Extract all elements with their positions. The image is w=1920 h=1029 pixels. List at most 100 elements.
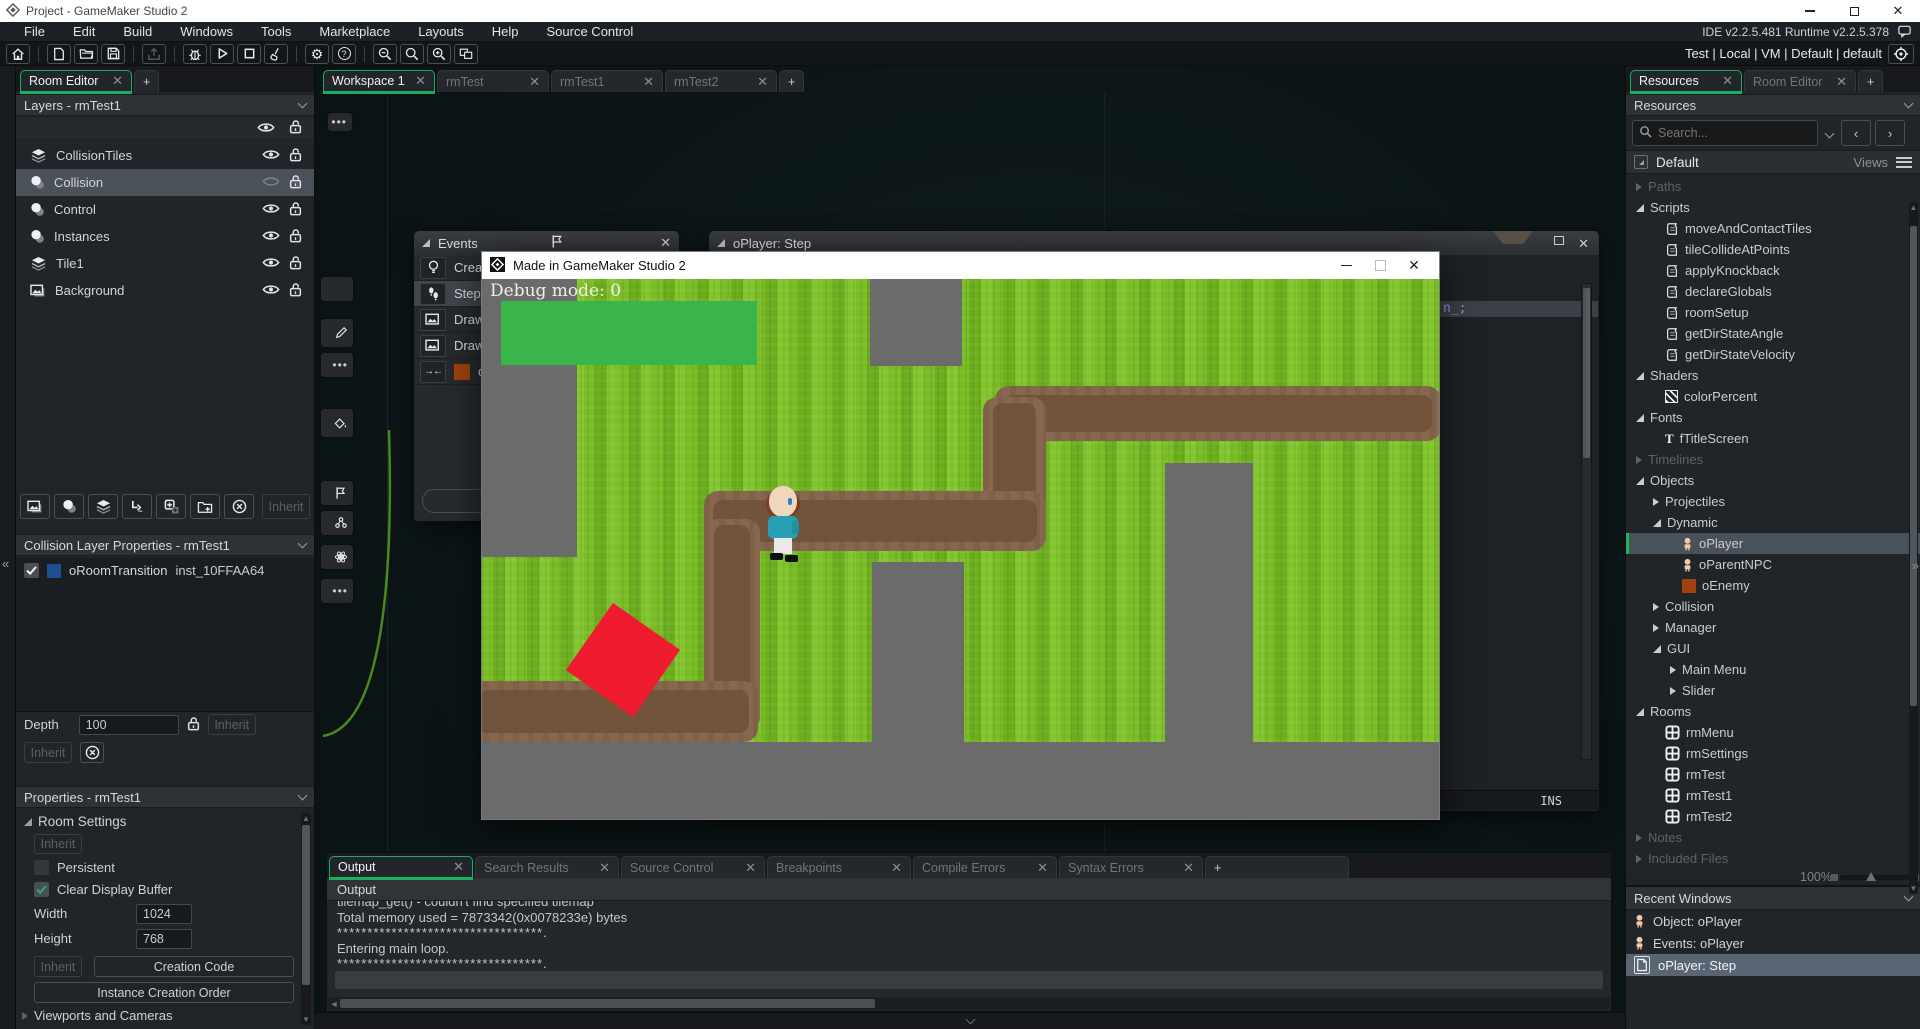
- room-properties-header[interactable]: Properties - rmTest1: [16, 786, 314, 808]
- search-next-button[interactable]: ›: [1875, 120, 1905, 146]
- collapsed-triangle-icon[interactable]: [1670, 666, 1676, 674]
- depth-inherit-button[interactable]: Inherit: [208, 714, 256, 735]
- recent-windows-header[interactable]: Recent Windows: [1626, 885, 1920, 910]
- close-icon[interactable]: ✕: [1183, 860, 1194, 876]
- clean-button[interactable]: [264, 44, 288, 64]
- new-project-button[interactable]: [47, 44, 71, 64]
- room-height-input[interactable]: [136, 929, 192, 949]
- menu-tools[interactable]: Tools: [247, 24, 305, 39]
- tree-item-oparentnpc[interactable]: oParentNPC: [1626, 554, 1920, 575]
- eye-icon[interactable]: [262, 283, 280, 298]
- close-icon[interactable]: ✕: [112, 73, 123, 89]
- menu-layouts[interactable]: Layouts: [404, 24, 478, 39]
- resource-group-row[interactable]: Default Views: [1626, 150, 1920, 174]
- workspace-tab-rmtest1[interactable]: rmTest1✕: [551, 70, 663, 92]
- recent-window-events-oplayer[interactable]: Events: oPlayer: [1626, 932, 1920, 954]
- tree-item-rmsettings[interactable]: rmSettings: [1626, 743, 1920, 764]
- collapsed-triangle-icon[interactable]: [1653, 624, 1659, 632]
- lock-icon[interactable]: [289, 201, 302, 219]
- add-layer-button[interactable]: [156, 494, 186, 519]
- room-inherit-button[interactable]: Inherit: [34, 834, 82, 854]
- menu-file[interactable]: File: [10, 24, 59, 39]
- collapsed-triangle-icon[interactable]: [1653, 603, 1659, 611]
- path-layer-button[interactable]: [122, 494, 152, 519]
- tree-item-slider[interactable]: Slider: [1626, 680, 1920, 701]
- eye-icon[interactable]: [262, 148, 280, 163]
- instance-layer-button[interactable]: [54, 494, 84, 519]
- tree-item-ftitlescreen[interactable]: TfTitleScreen: [1626, 428, 1920, 449]
- workspace-tab-rmtest[interactable]: rmTest✕: [437, 70, 549, 92]
- game-options-button[interactable]: ⚙: [305, 44, 329, 64]
- tree-item-oenemy[interactable]: oEnemy: [1626, 575, 1920, 596]
- tree-item-collision[interactable]: Collision: [1626, 596, 1920, 617]
- open-project-button[interactable]: [74, 44, 98, 64]
- more-options-button[interactable]: •••: [327, 112, 353, 132]
- tree-item-projectiles[interactable]: Projectiles: [1626, 491, 1920, 512]
- search-prev-button[interactable]: ‹: [1841, 120, 1871, 146]
- collapse-output-chevron-icon[interactable]: [965, 1015, 975, 1025]
- maximize-icon[interactable]: [1363, 252, 1397, 279]
- collapse-triangle-icon[interactable]: [422, 239, 430, 247]
- debug-button[interactable]: [183, 44, 207, 64]
- eye-icon[interactable]: [262, 229, 280, 244]
- run-target-button[interactable]: [1888, 44, 1914, 64]
- lock-icon[interactable]: [289, 255, 302, 273]
- tree-item-rmtest1[interactable]: rmTest1: [1626, 785, 1920, 806]
- eye-icon[interactable]: [257, 121, 275, 136]
- resources-header[interactable]: Resources: [1626, 94, 1920, 116]
- collapsed-triangle-icon[interactable]: [1670, 687, 1676, 695]
- output-new-tab-button[interactable]: +: [1205, 856, 1349, 878]
- add-layer-folder-button[interactable]: [190, 494, 220, 519]
- search-filter-chevron-icon[interactable]: [1825, 128, 1835, 138]
- tile-layer-button[interactable]: [88, 494, 118, 519]
- expanded-triangle-icon[interactable]: [1653, 519, 1661, 527]
- close-icon[interactable]: ✕: [745, 860, 756, 876]
- instance-name[interactable]: oRoomTransition: [69, 563, 168, 578]
- collapse-left-dock-button[interactable]: «: [2, 556, 9, 571]
- close-icon[interactable]: ✕: [660, 235, 671, 251]
- tree-item-getdirstatevelocity[interactable]: getDirStateVelocity: [1626, 344, 1920, 365]
- collapse-triangle-icon[interactable]: [717, 239, 725, 247]
- expanded-triangle-icon[interactable]: [1636, 372, 1644, 380]
- tree-item-rmtest2[interactable]: rmTest2: [1626, 806, 1920, 827]
- menu-source-control[interactable]: Source Control: [533, 24, 648, 39]
- game-viewport[interactable]: Debug mode: 0: [482, 279, 1439, 819]
- save-project-button[interactable]: [101, 44, 125, 64]
- workspace-tab-workspace-1[interactable]: Workspace 1✕: [323, 70, 435, 92]
- right-dock-tab-resources[interactable]: Resources✕: [1630, 70, 1742, 92]
- layer-row-control[interactable]: Control: [16, 196, 314, 223]
- group-expand-icon[interactable]: [1634, 155, 1648, 169]
- run-button[interactable]: [210, 44, 234, 64]
- zoom-out-button[interactable]: [373, 44, 397, 64]
- flag-tool-button[interactable]: [320, 480, 354, 506]
- menu-marketplace[interactable]: Marketplace: [305, 24, 404, 39]
- nodes-tool-button[interactable]: [320, 510, 354, 536]
- layer-inherit-button[interactable]: Inherit: [24, 742, 72, 763]
- search-input[interactable]: [1658, 126, 1788, 140]
- close-icon[interactable]: ✕: [891, 860, 902, 876]
- maximize-icon[interactable]: [1554, 236, 1564, 245]
- instance-checkbox[interactable]: [24, 563, 39, 578]
- expand-dock-button[interactable]: »: [1912, 558, 1919, 573]
- expanded-triangle-icon[interactable]: [1636, 414, 1644, 422]
- stop-button[interactable]: [237, 44, 261, 64]
- recent-window-object-oplayer[interactable]: Object: oPlayer: [1626, 910, 1920, 932]
- tree-item-moveandcontacttiles[interactable]: moveAndContactTiles: [1626, 218, 1920, 239]
- layer-toolbar-inherit-button[interactable]: Inherit: [262, 494, 310, 519]
- zoom-reset-button[interactable]: [400, 44, 424, 64]
- tree-item-timelines[interactable]: Timelines: [1626, 449, 1920, 470]
- output-scrollbar[interactable]: ◄: [328, 997, 1610, 1010]
- output-log[interactable]: tilemap_get() - couldn't find specified …: [327, 901, 1611, 969]
- size-inherit-button[interactable]: Inherit: [34, 956, 82, 977]
- close-icon[interactable]: ✕: [1578, 236, 1589, 252]
- right-dock-tab-room-editor[interactable]: Room Editor✕: [1744, 70, 1856, 92]
- tree-item-dynamic[interactable]: Dynamic: [1626, 512, 1920, 533]
- layer-row-tile1[interactable]: Tile1: [16, 250, 314, 277]
- feedback-bubble-icon[interactable]: [1897, 25, 1912, 38]
- close-icon[interactable]: ✕: [757, 74, 768, 90]
- search-box[interactable]: [1632, 120, 1818, 146]
- tree-item-scripts[interactable]: Scripts: [1626, 197, 1920, 218]
- close-icon[interactable]: ✕: [1836, 74, 1847, 90]
- output-command-input[interactable]: [335, 971, 1603, 989]
- more-options-button[interactable]: •••: [320, 352, 354, 378]
